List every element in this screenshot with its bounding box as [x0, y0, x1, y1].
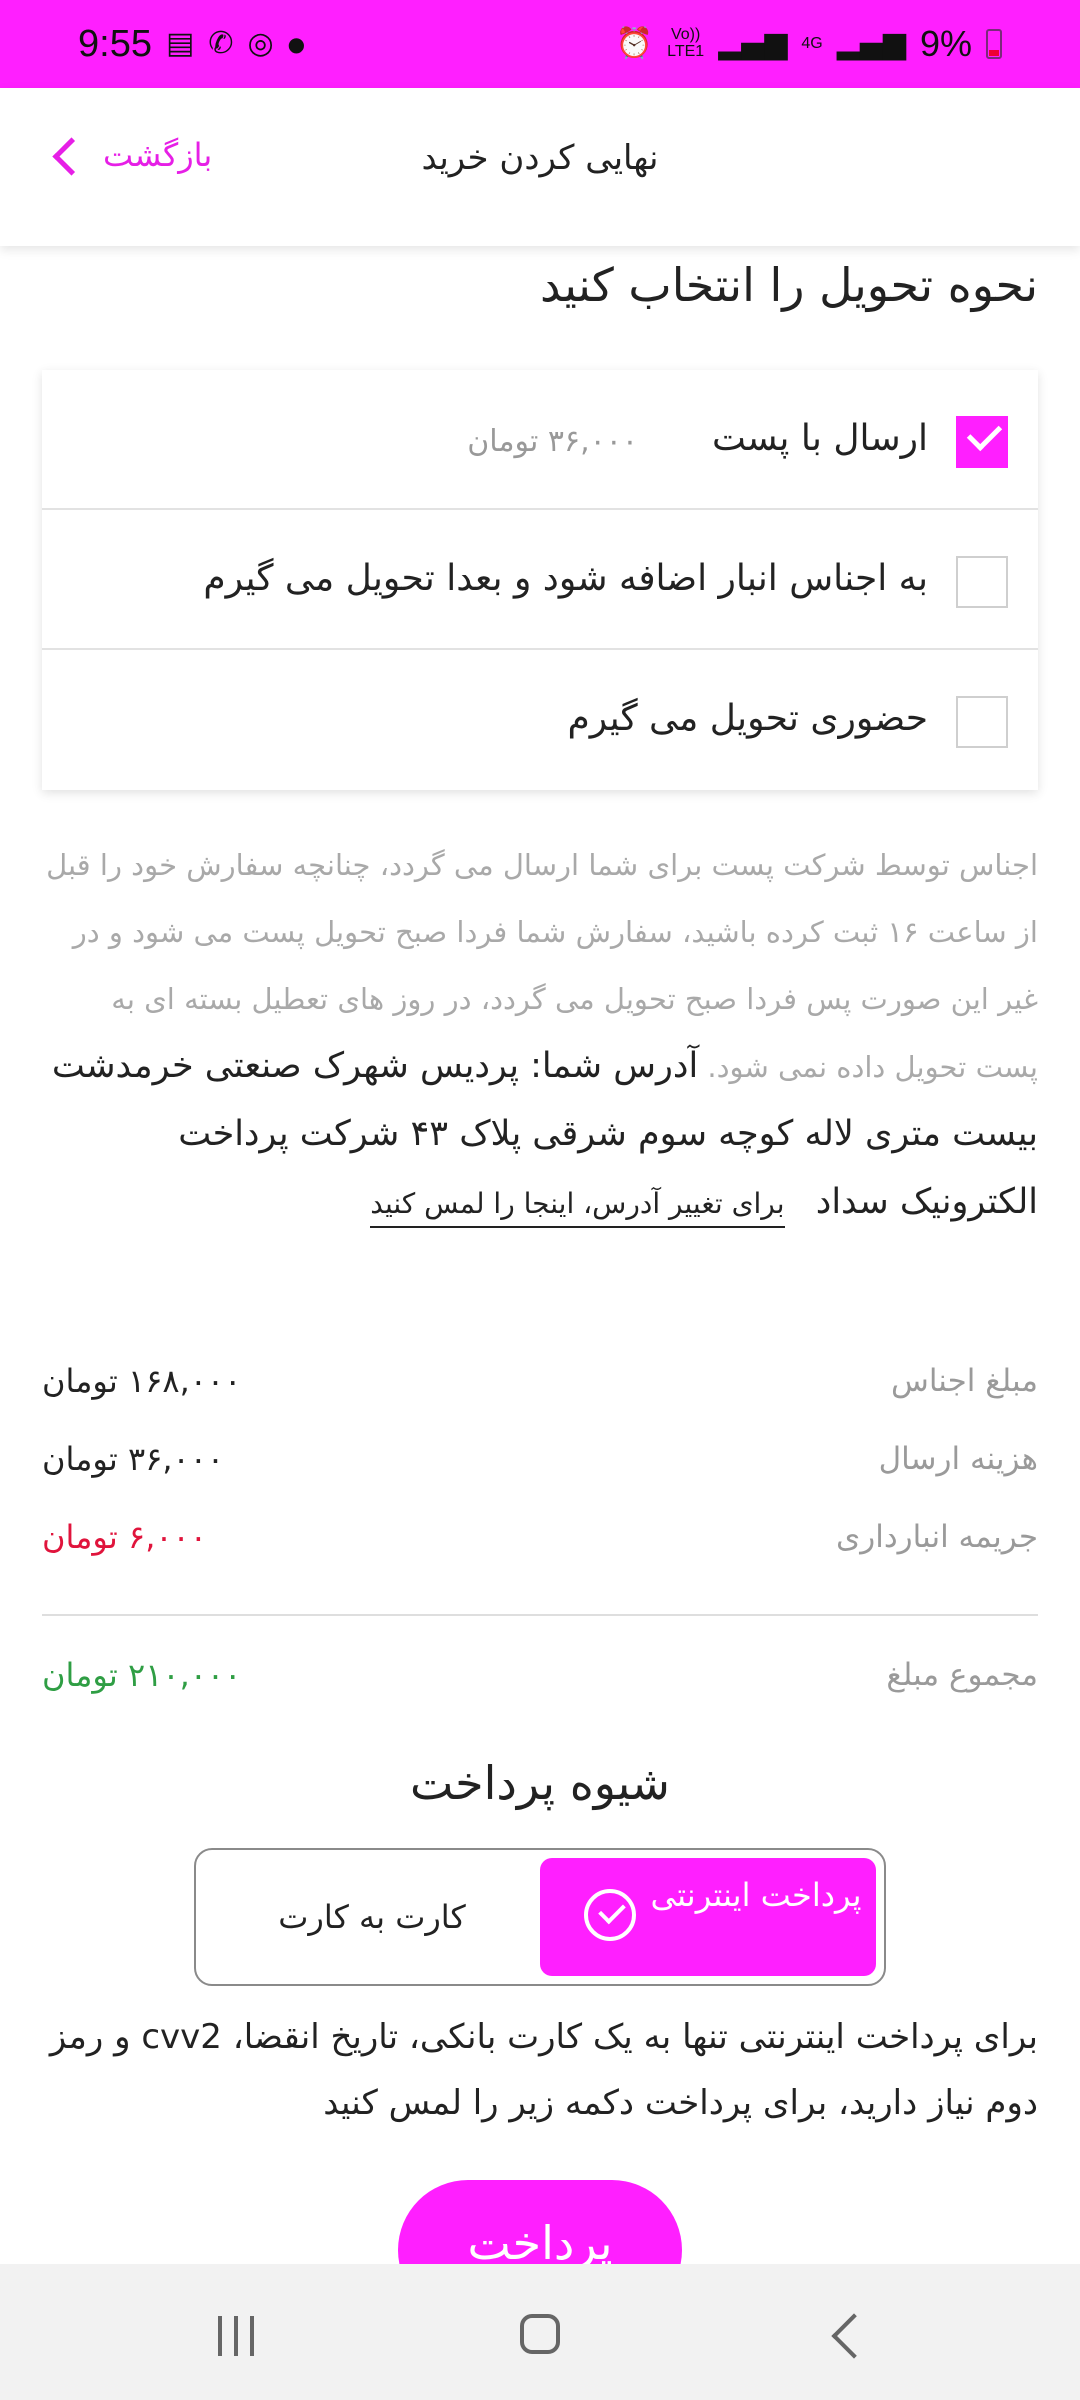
pay-button-label: پرداخت — [467, 2216, 613, 2270]
option-label: به اجناس انبار اضافه شود و بعدا تحویل می… — [203, 558, 928, 599]
delivery-option-post[interactable]: ارسال با پست ۳۶,۰۰۰ تومان — [42, 370, 1038, 510]
penalty-amount: ۶,۰۰۰ تومان — [42, 1518, 207, 1556]
check-circle-icon — [584, 1889, 636, 1941]
navigation-bar — [0, 2264, 1080, 2400]
total-amount: ۲۱۰,۰۰۰ تومان — [42, 1656, 242, 1694]
status-bar: 9:55 ▤ ✆ ◎ ● ⏰ Vo)) LTE1 ▂▄▆ 4G ▂▄▆ 9% — [0, 0, 1080, 88]
summary-items: ۱۶۸,۰۰۰ تومان مبلغ اجناس — [42, 1356, 1038, 1406]
back-label: بازگشت — [103, 136, 213, 174]
payment-option-online[interactable]: پرداخت اینترنتی — [540, 1858, 876, 1976]
delivery-title: نحوه تحویل را انتخاب کنید — [539, 258, 1038, 312]
summary-shipping: ۳۶,۰۰۰ تومان هزینه ارسال — [42, 1434, 1038, 1484]
checkbox-checked[interactable] — [956, 416, 1008, 468]
network-type: 4G — [801, 34, 823, 52]
card-to-card-label: کارت به کارت — [278, 1898, 466, 1936]
checkbox-unchecked[interactable] — [956, 696, 1008, 748]
payment-title: شیوه پرداخت — [410, 1756, 670, 1810]
total-label: مجموع مبلغ — [886, 1657, 1038, 1693]
shipping-label: هزینه ارسال — [878, 1441, 1038, 1477]
back-nav-icon[interactable] — [831, 2313, 877, 2359]
summary-divider — [42, 1614, 1038, 1616]
option-label: ارسال با پست — [711, 418, 928, 459]
header: نهایی کردن خرید بازگشت — [0, 88, 1080, 246]
delivery-options: ارسال با پست ۳۶,۰۰۰ تومان به اجناس انبار… — [42, 370, 1038, 790]
signal-icon-2: ▂▄▆ — [836, 26, 906, 61]
instagram-icon: ◎ — [247, 26, 274, 61]
alarm-icon: ⏰ — [615, 26, 654, 61]
checkbox-unchecked[interactable] — [956, 556, 1008, 608]
penalty-label: جریمه انبارداری — [836, 1519, 1038, 1555]
battery-icon — [986, 29, 1002, 59]
home-icon[interactable] — [520, 2314, 560, 2354]
chevron-left-icon — [52, 136, 91, 176]
whatsapp-icon: ✆ — [208, 26, 234, 61]
online-payment-label: پرداخت اینترنتی — [650, 1876, 862, 1914]
payment-description: برای پرداخت اینترنتی تنها به یک کارت بان… — [49, 2017, 1038, 2123]
status-time: 9:55 — [78, 22, 152, 65]
summary-penalty: ۶,۰۰۰ تومان جریمه انبارداری — [42, 1512, 1038, 1562]
app-notification-icon: ▤ — [165, 26, 195, 61]
delivery-info: اجناس توسط شرکت پست برای شما ارسال می گر… — [42, 832, 1038, 1237]
option-label: حضوری تحویل می گیرم — [567, 698, 928, 739]
back-button[interactable]: بازگشت — [52, 136, 213, 176]
dot-icon: ● — [287, 32, 306, 56]
delivery-option-warehouse[interactable]: به اجناس انبار اضافه شود و بعدا تحویل می… — [42, 510, 1038, 650]
battery-percent: 9% — [919, 23, 972, 64]
recents-icon[interactable] — [218, 2316, 254, 2356]
summary-total: ۲۱۰,۰۰۰ تومان مجموع مبلغ — [42, 1650, 1038, 1700]
items-amount: ۱۶۸,۰۰۰ تومان — [42, 1362, 242, 1400]
option-price: ۳۶,۰۰۰ تومان — [467, 424, 638, 459]
payment-option-card[interactable]: کارت به کارت — [204, 1858, 540, 1976]
delivery-option-in-person[interactable]: حضوری تحویل می گیرم — [42, 650, 1038, 790]
change-address-link[interactable]: برای تغییر آدرس، اینجا را لمس کنید — [370, 1187, 785, 1228]
payment-method-toggle: پرداخت اینترنتی کارت به کارت — [194, 1848, 886, 1986]
items-label: مبلغ اجناس — [891, 1363, 1038, 1399]
signal-icon: ▂▄▆ — [718, 26, 788, 61]
volte-indicator: Vo)) LTE1 — [667, 26, 705, 60]
shipping-amount: ۳۶,۰۰۰ تومان — [42, 1440, 225, 1478]
